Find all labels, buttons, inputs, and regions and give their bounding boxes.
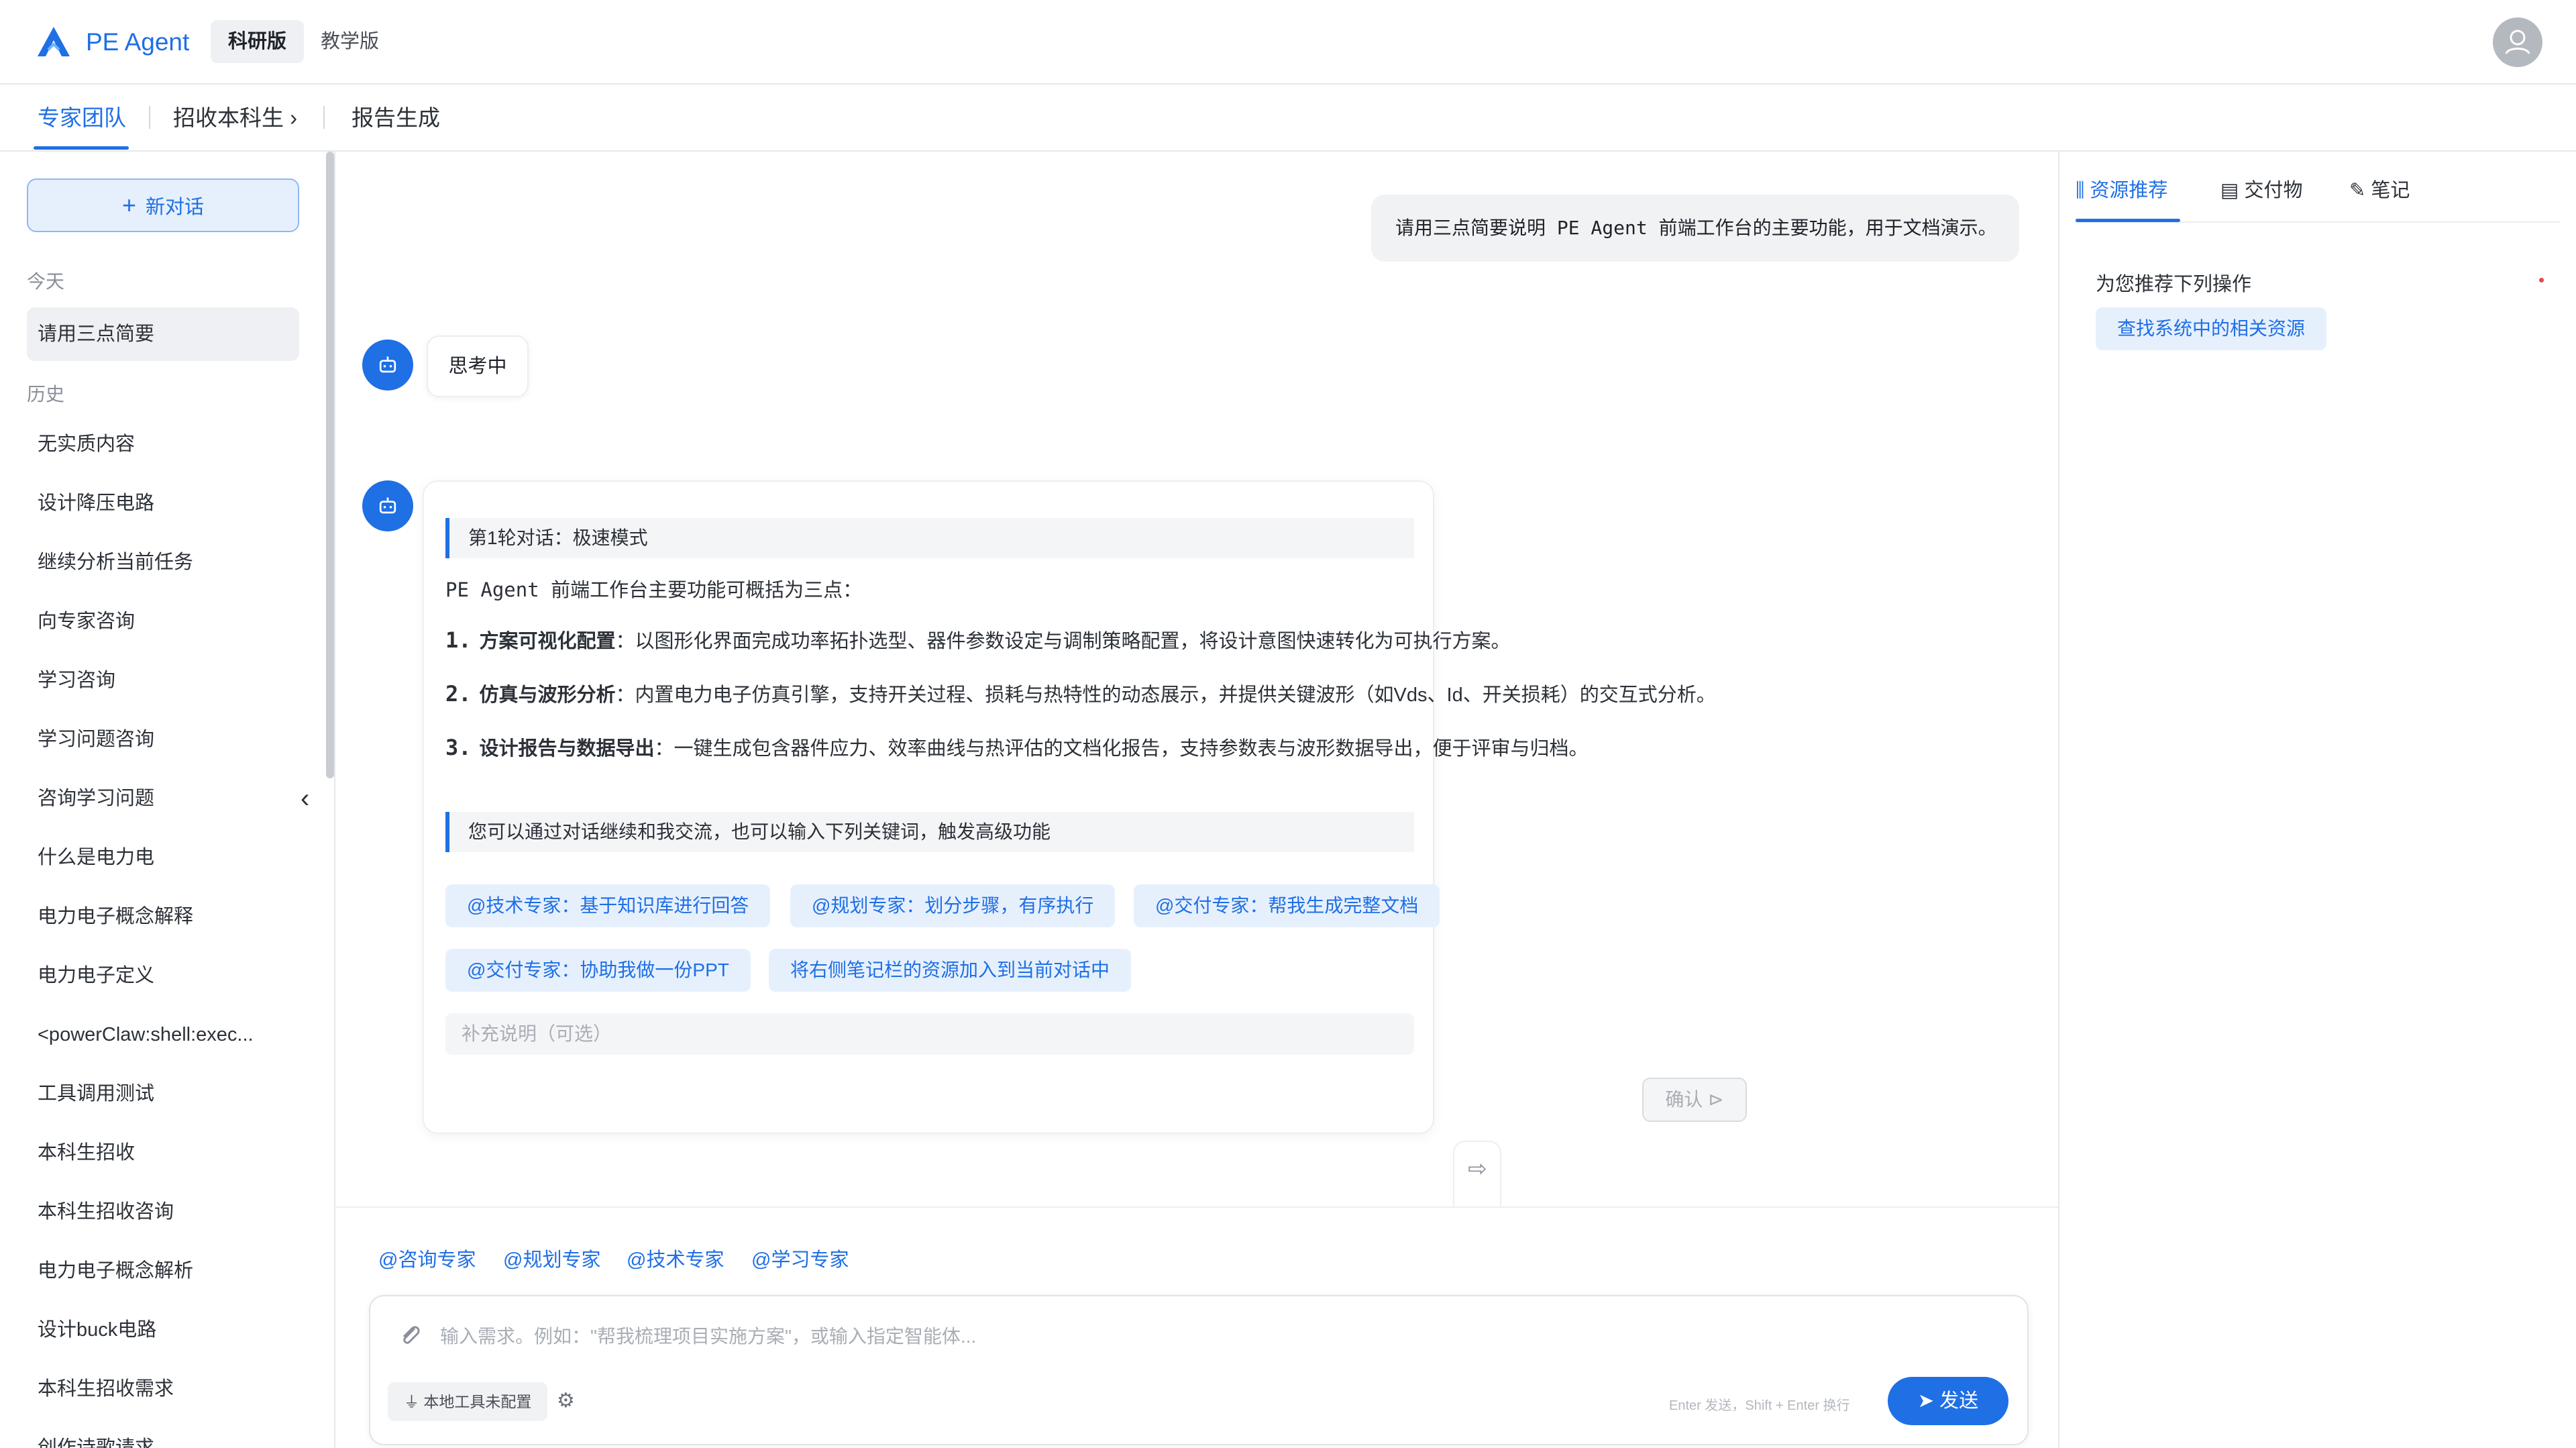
new-chat-label: 新对话 — [146, 197, 205, 218]
chat-history-item[interactable]: <powerClaw:shell:exec... — [27, 1008, 299, 1062]
library-icon: ⫼ — [2076, 180, 2085, 201]
confirm-button[interactable]: 确认 ⊳ — [1642, 1078, 1747, 1122]
crumb-active-indicator — [34, 146, 129, 150]
bot-avatar — [362, 480, 413, 531]
crumb-report-gen[interactable]: 报告生成 — [352, 103, 440, 133]
app-name: PE Agent — [86, 28, 190, 56]
answer-point-2: 2. 仿真与波形分析：内置电力电子仿真引擎，支持开关过程、损耗与热特性的动态展示，… — [445, 681, 1716, 707]
local-tools-label: 本地工具未配置 — [423, 1393, 532, 1410]
top-bar: PE Agent 科研版 教学版 — [0, 0, 2576, 85]
tab-active-indicator — [2076, 219, 2180, 222]
tab-deliverables[interactable]: ▤ 交付物 — [2220, 174, 2302, 203]
right-panel: ⫼ 资源推荐 ▤ 交付物 ✎ 笔记 为您推荐下列操作 • 查找系统中的相关资源 — [2058, 152, 2576, 1448]
forward-icon[interactable]: ⇨ — [1468, 1155, 1487, 1182]
today-section-label: 今天 — [27, 271, 65, 292]
round-mode-banner: 第1轮对话：极速模式 — [445, 518, 1414, 558]
collapse-sidebar-icon[interactable]: ‹ — [301, 784, 309, 814]
chat-history-item[interactable]: 向专家咨询 — [27, 594, 299, 648]
chat-history-item[interactable]: 本科生招收咨询 — [27, 1185, 299, 1239]
recommend-action-chip[interactable]: 查找系统中的相关资源 — [2096, 307, 2327, 350]
chat-history-item[interactable]: 继续分析当前任务 — [27, 535, 299, 589]
chat-history-item[interactable]: 咨询学习问题 — [27, 772, 299, 825]
sidebar-scrollbar[interactable] — [326, 152, 334, 778]
keyboard-hint: Enter 发送，Shift + Enter 换行 — [1669, 1398, 1850, 1413]
shortcut-chip-delivery-expert[interactable]: @交付专家：帮我生成完整文档 — [1134, 884, 1440, 927]
chat-history-item[interactable]: 创作诗歌请求 — [27, 1421, 299, 1448]
mention-tech-expert[interactable]: @技术专家 — [627, 1244, 724, 1272]
mode-tab-research[interactable]: 科研版 — [211, 20, 305, 63]
crumb-divider — [323, 106, 325, 129]
shortcut-chip-add-notes[interactable]: 将右侧笔记栏的资源加入到当前对话中 — [769, 949, 1132, 992]
user-icon — [2505, 30, 2530, 54]
send-label: 发送 — [1939, 1390, 1979, 1412]
send-button[interactable]: ➤ 发送 — [1888, 1377, 2008, 1425]
mode-tab-teaching[interactable]: 教学版 — [303, 20, 396, 63]
mention-planning-expert[interactable]: @规划专家 — [503, 1244, 600, 1272]
chat-item-today[interactable]: 请用三点简要 — [27, 307, 299, 361]
chat-history-item[interactable]: 本科生招收需求 — [27, 1362, 299, 1416]
required-dot: • — [2538, 270, 2545, 290]
plus-icon: + — [121, 191, 136, 219]
chat-history-item[interactable]: 设计buck电路 — [27, 1303, 299, 1357]
chat-history-item[interactable]: 工具调用测试 — [27, 1067, 299, 1121]
crumb-divider — [149, 106, 150, 129]
message-composer: 输入需求。例如："帮我梳理项目实施方案"，或输入指定智能体... ⏚ 本地工具未… — [369, 1295, 2029, 1445]
recommend-title: 为您推荐下列操作 — [2096, 274, 2252, 295]
composer-zone: @咨询专家 @规划专家 @技术专家 @学习专家 输入需求。例如："帮我梳理项目实… — [335, 1206, 2058, 1448]
chat-history-item[interactable]: 无实质内容 — [27, 417, 299, 471]
local-tools-pill[interactable]: ⏚ 本地工具未配置 — [388, 1382, 548, 1421]
mention-consult-expert[interactable]: @咨询专家 — [378, 1244, 476, 1272]
followup-note: 您可以通过对话继续和我交流，也可以输入下列关键词，触发高级功能 — [445, 812, 1414, 852]
chat-history-item[interactable]: 电力电子概念解析 — [27, 1244, 299, 1298]
robot-icon — [379, 497, 396, 514]
plug-icon: ⏚ — [404, 1393, 419, 1410]
tab-resources[interactable]: ⫼ 资源推荐 — [2076, 174, 2167, 203]
app-logo-icon — [38, 27, 70, 56]
document-icon: ▤ — [2220, 180, 2239, 201]
edit-icon: ✎ — [2349, 180, 2366, 201]
user-message: 请用三点简要说明 PE Agent 前端工作台的主要功能，用于文档演示。 — [1371, 195, 2019, 262]
sidebar: + 新对话 今天 请用三点简要 历史 无实质内容 设计降压电路 继续分析当前任务 向专… — [0, 152, 335, 1448]
crumb-expert-team[interactable]: 专家团队 — [38, 103, 126, 133]
supplement-input[interactable]: 补充说明（可选） — [445, 1013, 1414, 1055]
gear-icon[interactable]: ⚙ — [557, 1389, 575, 1412]
send-icon: ➤ — [1917, 1390, 1935, 1412]
chat-area: 请用三点简要说明 PE Agent 前端工作台的主要功能，用于文档演示。 思考中… — [335, 152, 2058, 1448]
mention-learning-expert[interactable]: @学习专家 — [751, 1244, 849, 1272]
breadcrumb: 专家团队 招收本科生 › 报告生成 — [0, 85, 2576, 152]
shortcut-chip-ppt[interactable]: @交付专家：协助我做一份PPT — [445, 949, 751, 992]
answer-intro: PE Agent 前端工作台主要功能可概括为三点： — [445, 578, 863, 601]
chat-history-item[interactable]: 本科生招收 — [27, 1126, 299, 1180]
crumb-undergrad-recruit[interactable]: 招收本科生 › — [173, 103, 297, 133]
assistant-answer-card: 第1轮对话：极速模式 PE Agent 前端工作台主要功能可概括为三点： 1. 方… — [423, 480, 1747, 1134]
history-section-label: 历史 — [27, 384, 65, 405]
answer-point-3: 3. 设计报告与数据导出：一键生成包含器件应力、效率曲线与热评估的文档化报告，支持… — [445, 735, 1589, 760]
attachment-icon[interactable] — [397, 1321, 421, 1347]
user-avatar[interactable] — [2493, 17, 2542, 67]
robot-icon — [379, 356, 396, 373]
chat-history-item[interactable]: 设计降压电路 — [27, 476, 299, 530]
chat-history-item[interactable]: 什么是电力电 — [27, 831, 299, 884]
chat-history-item[interactable]: 学习问题咨询 — [27, 713, 299, 766]
answer-point-1: 1. 方案可视化配置：以图形化界面完成功率拓扑选型、器件参数设定与调制策略配置，将… — [445, 627, 1511, 653]
message-input[interactable]: 输入需求。例如："帮我梳理项目实施方案"，或输入指定智能体... — [440, 1322, 976, 1349]
chat-history-item[interactable]: 电力电子定义 — [27, 949, 299, 1002]
shortcut-chip-planning-expert[interactable]: @规划专家：划分步骤，有序执行 — [790, 884, 1116, 927]
shortcut-chip-tech-expert[interactable]: @技术专家：基于知识库进行回答 — [445, 884, 771, 927]
chat-history-item[interactable]: 学习咨询 — [27, 654, 299, 707]
new-chat-button[interactable]: + 新对话 — [27, 178, 299, 232]
chat-history-item[interactable]: 电力电子概念解释 — [27, 890, 299, 943]
thinking-indicator: 思考中 — [427, 335, 529, 397]
bot-avatar — [362, 340, 413, 391]
tab-notes[interactable]: ✎ 笔记 — [2349, 174, 2410, 203]
